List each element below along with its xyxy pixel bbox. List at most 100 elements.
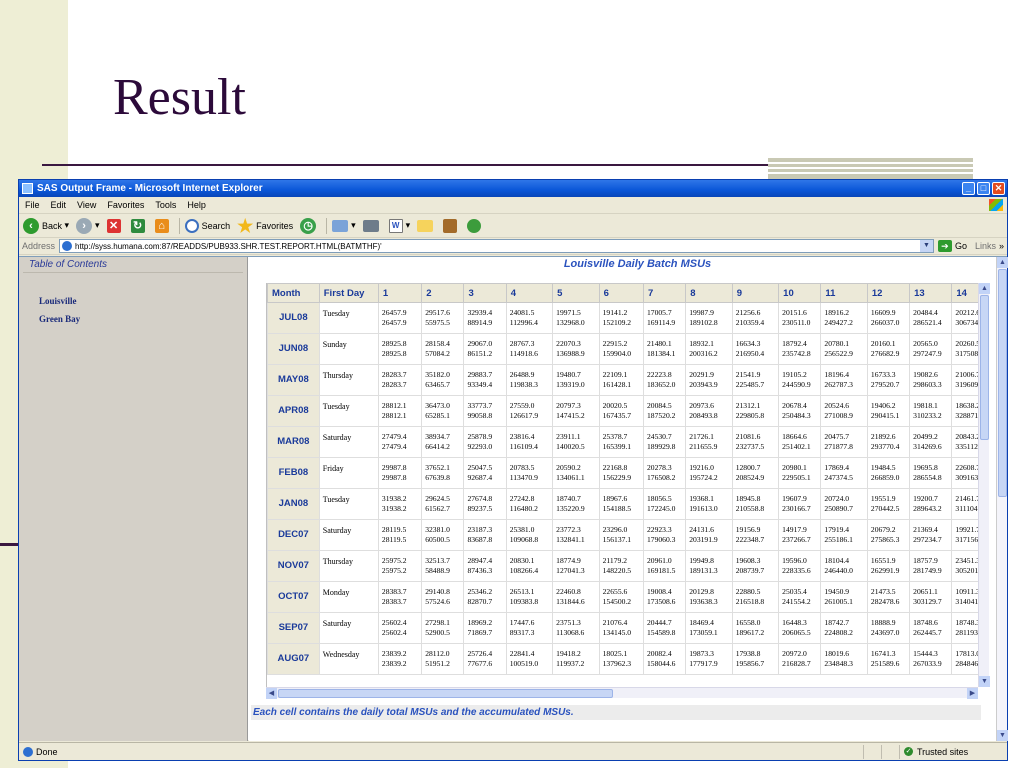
- msu-cell: 22880.5 216518.8: [731, 581, 780, 613]
- search-button[interactable]: Search: [184, 218, 230, 233]
- msu-cell: 23296.0 156137.1: [598, 519, 644, 551]
- accumulated-total: 225485.7: [735, 380, 765, 389]
- scroll-thumb[interactable]: [998, 269, 1007, 497]
- report-table-container[interactable]: Month First Day 1 2 3 4 5 6 7 8 9 10 11 12 13 14 JUL08 T…: [266, 283, 978, 687]
- msu-cell: 22109.1 161428.1: [598, 364, 644, 396]
- accumulated-total: 208739.7: [735, 566, 765, 575]
- page-done-icon: [23, 746, 33, 757]
- accumulated-total: 317508.: [955, 349, 978, 358]
- mail-button[interactable]: ▾: [332, 219, 356, 232]
- daily-total: 28767.3: [509, 339, 535, 348]
- msu-cell: 23751.3 113068.6: [552, 612, 600, 644]
- home-button[interactable]: ⌂: [154, 218, 172, 233]
- msu-cell: 20129.8 193638.3: [685, 581, 733, 613]
- folder-button[interactable]: [417, 219, 436, 232]
- daily-total: 20484.4: [913, 308, 938, 317]
- accumulated-total: 297234.7: [913, 535, 942, 544]
- scroll-thumb[interactable]: [980, 295, 989, 440]
- accumulated-total: 28812.1: [381, 411, 407, 420]
- toc-link-green-bay[interactable]: Green Bay: [39, 314, 247, 324]
- report-footnote: Each cell contains the daily total MSUs …: [251, 705, 981, 720]
- address-bar: Address http://syss.humana.com:87/READDS…: [19, 238, 1007, 255]
- accumulated-total: 297247.9: [913, 349, 942, 358]
- scroll-right-icon[interactable]: ▶: [967, 688, 978, 699]
- address-dropdown-icon[interactable]: ▼: [919, 240, 933, 252]
- msu-cell: 20499.2 314269.6: [909, 426, 953, 458]
- scroll-down-icon[interactable]: ▼: [979, 676, 990, 687]
- accumulated-total: 216518.8: [735, 597, 765, 606]
- accumulated-total: 169114.9: [646, 318, 676, 327]
- address-label: Address: [22, 241, 56, 251]
- daily-total: 18932.1: [689, 339, 714, 348]
- daily-total: 12800.7: [735, 463, 761, 472]
- back-button[interactable]: ‹ Back ▾: [23, 217, 69, 234]
- msu-cell: 28383.7 28383.7: [377, 581, 423, 613]
- scroll-up-icon[interactable]: ▲: [979, 283, 990, 294]
- chevron-right-icon[interactable]: »: [999, 241, 1004, 251]
- menu-edit[interactable]: Edit: [51, 200, 67, 210]
- table-vertical-scrollbar[interactable]: ▲ ▼: [978, 283, 990, 687]
- daily-total: 19987.9: [689, 308, 714, 317]
- maximize-button[interactable]: □: [977, 182, 990, 195]
- accumulated-total: 187520.2: [646, 411, 676, 420]
- close-button[interactable]: ✕: [992, 182, 1005, 195]
- scroll-down-icon[interactable]: ▼: [997, 730, 1008, 741]
- accumulated-total: 92687.4: [467, 473, 493, 482]
- status-pane: [881, 744, 899, 759]
- daily-total: 22880.5: [735, 587, 761, 596]
- star-icon: ★: [237, 215, 254, 236]
- scroll-up-icon[interactable]: ▲: [997, 257, 1008, 268]
- stop-button[interactable]: ✕: [106, 218, 124, 233]
- messenger-button[interactable]: [467, 218, 484, 233]
- msu-cell: 20291.9 203943.9: [685, 364, 733, 396]
- msu-cell: 23772.3 132841.1: [552, 519, 600, 551]
- history-button[interactable]: ◷: [300, 217, 319, 234]
- report-frame: Louisville Daily Batch MSUs Month First D…: [249, 257, 996, 741]
- menu-file[interactable]: File: [25, 200, 40, 210]
- window-title: SAS Output Frame - Microsoft Internet Ex…: [37, 183, 263, 194]
- menu-tools[interactable]: Tools: [155, 200, 176, 210]
- window-titlebar[interactable]: SAS Output Frame - Microsoft Internet Ex…: [19, 180, 1007, 197]
- first-day-cell: Sunday: [318, 333, 379, 365]
- first-day-cell: Saturday: [318, 426, 379, 458]
- scroll-thumb[interactable]: [278, 689, 613, 698]
- accumulated-total: 137962.3: [602, 659, 632, 668]
- edit-button[interactable]: W ▾: [388, 218, 410, 233]
- toc-link-louisville[interactable]: Louisville: [39, 296, 247, 306]
- daily-total: 18748.6: [913, 618, 938, 627]
- minimize-button[interactable]: _: [962, 182, 975, 195]
- daily-total: 17869.4: [824, 463, 850, 472]
- menu-help[interactable]: Help: [187, 200, 206, 210]
- print-button[interactable]: [362, 219, 382, 232]
- accumulated-total: 262787.3: [824, 380, 853, 389]
- msu-cell: 19008.4 173508.6: [642, 581, 687, 613]
- daily-total: 20020.5: [602, 401, 628, 410]
- research-button[interactable]: [443, 218, 460, 233]
- daily-total: 24131.6: [689, 525, 714, 534]
- forward-button[interactable]: › ▾: [76, 217, 100, 234]
- favorites-button[interactable]: ★ Favorites: [237, 215, 293, 236]
- accumulated-total: 228335.6: [782, 566, 811, 575]
- daily-total: 19873.3: [689, 649, 714, 658]
- accumulated-total: 229805.8: [735, 411, 765, 420]
- address-input[interactable]: http://syss.humana.com:87/READDS/PUB933.…: [59, 239, 934, 253]
- daily-total: 20082.4: [646, 649, 672, 658]
- refresh-button[interactable]: ↻: [130, 218, 148, 233]
- page-vertical-scrollbar[interactable]: ▲ ▼: [996, 257, 1008, 741]
- toolbar-separator: [326, 217, 328, 234]
- scroll-left-icon[interactable]: ◀: [266, 688, 277, 699]
- go-button[interactable]: ➔ Go: [937, 240, 967, 252]
- msu-cell: 28283.7 28283.7: [377, 364, 423, 396]
- status-bar: Done ✓ Trusted sites: [19, 742, 1007, 760]
- msu-cell: 10911.3 314041.: [951, 581, 978, 613]
- accumulated-total: 206065.5: [782, 628, 811, 637]
- msu-cell: 28767.3 114918.6: [505, 333, 554, 365]
- msu-cell: 19596.0 228335.6: [778, 550, 822, 582]
- menu-favorites[interactable]: Favorites: [107, 200, 144, 210]
- menu-view[interactable]: View: [77, 200, 96, 210]
- accumulated-total: 314269.6: [913, 442, 942, 451]
- msu-cell: 19607.9 230166.7: [778, 488, 822, 520]
- links-button[interactable]: Links: [975, 241, 996, 251]
- table-horizontal-scrollbar[interactable]: ◀ ▶: [266, 687, 978, 699]
- daily-total: 37652.1: [425, 463, 450, 472]
